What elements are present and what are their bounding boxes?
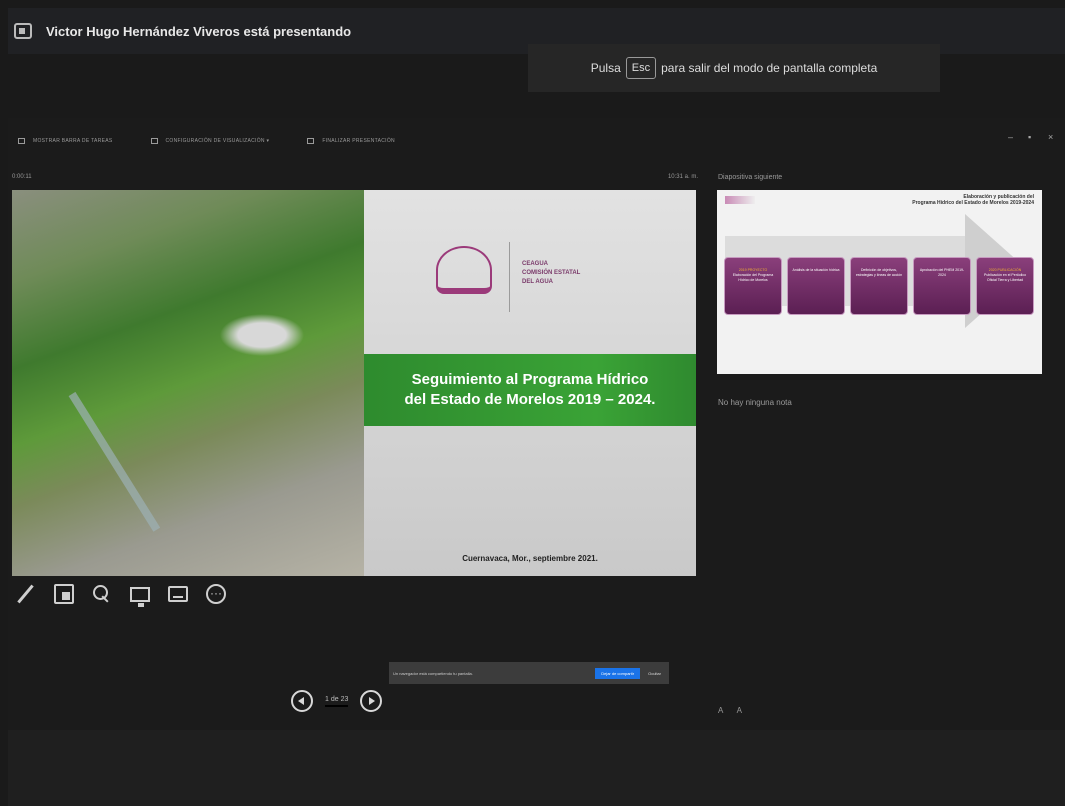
screen-share-bar: Un navegador está compartiendo tu pantal… [389, 662, 669, 684]
close-button[interactable]: × [1048, 132, 1054, 142]
next-slide-title-line-2: Programa Hídrico del Estado de Morelos 2… [912, 200, 1034, 206]
current-slide[interactable]: CEAGUA COMISIÓN ESTATAL DEL AGUA Seguimi… [12, 190, 696, 576]
organization-name: CEAGUA COMISIÓN ESTATAL DEL AGUA [522, 260, 580, 287]
pen-icon[interactable] [16, 584, 36, 604]
step-text: Publicación en el Periódico Oficial Tier… [983, 273, 1027, 282]
slide-title-panel: CEAGUA COMISIÓN ESTATAL DEL AGUA Seguimi… [364, 190, 696, 576]
hint-text-after: para salir del modo de pantalla completa [661, 61, 878, 75]
step-text: Elaboración del Programa Hídrico de More… [732, 273, 774, 282]
step-text: Definición de objetivos, estrategias y l… [855, 268, 903, 277]
slide-place-date: Cuernavaca, Mor., septiembre 2021. [462, 554, 598, 563]
org-line-2: COMISIÓN ESTATAL [522, 270, 581, 276]
maximize-button[interactable]: ▪ [1028, 132, 1032, 142]
slide-counter[interactable]: 1 de 23 [325, 696, 349, 707]
presenter-toolbar: MOSTRAR BARRA DE TAREAS CONFIGURACIÓN DE… [8, 118, 1065, 164]
presenter-view: MOSTRAR BARRA DE TAREAS CONFIGURACIÓN DE… [8, 118, 1065, 730]
minimize-button[interactable]: – [1008, 132, 1013, 142]
zoom-icon[interactable] [92, 584, 112, 604]
end-slideshow-button[interactable]: FINALIZAR PRESENTACIÓN [307, 138, 395, 144]
monitor-icon[interactable] [130, 586, 150, 607]
display-settings-icon [150, 138, 158, 144]
next-slide-icon[interactable] [360, 690, 383, 712]
process-step: 2020 PUBLICACIÓN Publicación en el Perió… [976, 257, 1034, 315]
slide-navigation: 1 de 23 [291, 690, 383, 712]
show-taskbar-label: MOSTRAR BARRA DE TAREAS [33, 138, 113, 144]
org-line-1: CEAGUA [522, 261, 549, 267]
slide-title-line-2: del Estado de Morelos 2019 – 2024. [404, 391, 656, 408]
org-line-3: DEL AGUA [522, 279, 554, 285]
speaker-notes[interactable]: No hay ninguna nota [718, 398, 792, 407]
notes-font-size-controls[interactable]: A A [718, 706, 748, 715]
process-step: 2019 PROYECTO Elaboración del Programa H… [724, 257, 782, 315]
hint-text-before: Pulsa [590, 61, 621, 75]
presentation-icon [14, 23, 32, 39]
slide-title-line-1: Seguimiento al Programa Hídrico [411, 371, 649, 388]
aerial-photo [12, 190, 364, 576]
slide-title-banner: Seguimiento al Programa Hídrico del Esta… [364, 354, 696, 426]
end-slideshow-label: FINALIZAR PRESENTACIÓN [322, 138, 395, 144]
next-slide-title: Elaboración y publicación del Programa H… [824, 194, 1034, 206]
fullscreen-hint: Pulsa Esc para salir del modo de pantall… [528, 44, 940, 92]
subtitle-icon[interactable] [168, 586, 188, 602]
process-step: Aprobación del PHEM 2019-2024 [913, 257, 971, 315]
hide-share-bar-button[interactable]: Ocultar [644, 668, 665, 679]
process-step: Análisis de la situación hídrica [787, 257, 845, 315]
display-settings-button[interactable]: CONFIGURACIÓN DE VISUALIZACIÓN ▾ [150, 138, 270, 144]
stop-sharing-button[interactable]: Dejar de compartir [595, 667, 641, 679]
taskbar-icon [18, 138, 25, 144]
next-slide-label: Diapositiva siguiente [718, 174, 783, 181]
call-control-bar [8, 730, 1065, 806]
previous-slide-icon[interactable] [291, 690, 313, 712]
next-slide-thumbnail[interactable]: Elaboración y publicación del Programa H… [717, 190, 1042, 374]
step-text: Aprobación del PHEM 2019-2024 [919, 268, 965, 277]
presentation-screen: Victor Hugo Hernández Viveros está prese… [0, 0, 1065, 806]
presenter-title: Victor Hugo Hernández Viveros está prese… [46, 23, 352, 39]
thumb-logo-icon [725, 196, 755, 204]
timer-row: 0:00:11 10:31 a. m. [12, 174, 702, 186]
all-slides-icon[interactable] [54, 584, 74, 604]
end-slideshow-icon [307, 138, 315, 144]
display-settings-label: CONFIGURACIÓN DE VISUALIZACIÓN ▾ [165, 138, 270, 144]
process-step: Definición de objetivos, estrategias y l… [850, 257, 908, 315]
process-steps: 2019 PROYECTO Elaboración del Programa H… [724, 257, 1034, 315]
slide-tools [16, 584, 244, 607]
esc-key[interactable]: Esc [625, 57, 657, 79]
step-text: Análisis de la situación hídrica [792, 268, 840, 272]
show-taskbar-button[interactable]: MOSTRAR BARRA DE TAREAS [18, 138, 113, 144]
share-message: Un navegador está compartiendo tu pantal… [393, 670, 473, 676]
ceagua-logo-icon [436, 246, 492, 294]
more-icon[interactable] [206, 584, 226, 604]
elapsed-timer: 0:00:11 [12, 174, 32, 180]
clock: 10:31 a. m. [667, 174, 698, 180]
